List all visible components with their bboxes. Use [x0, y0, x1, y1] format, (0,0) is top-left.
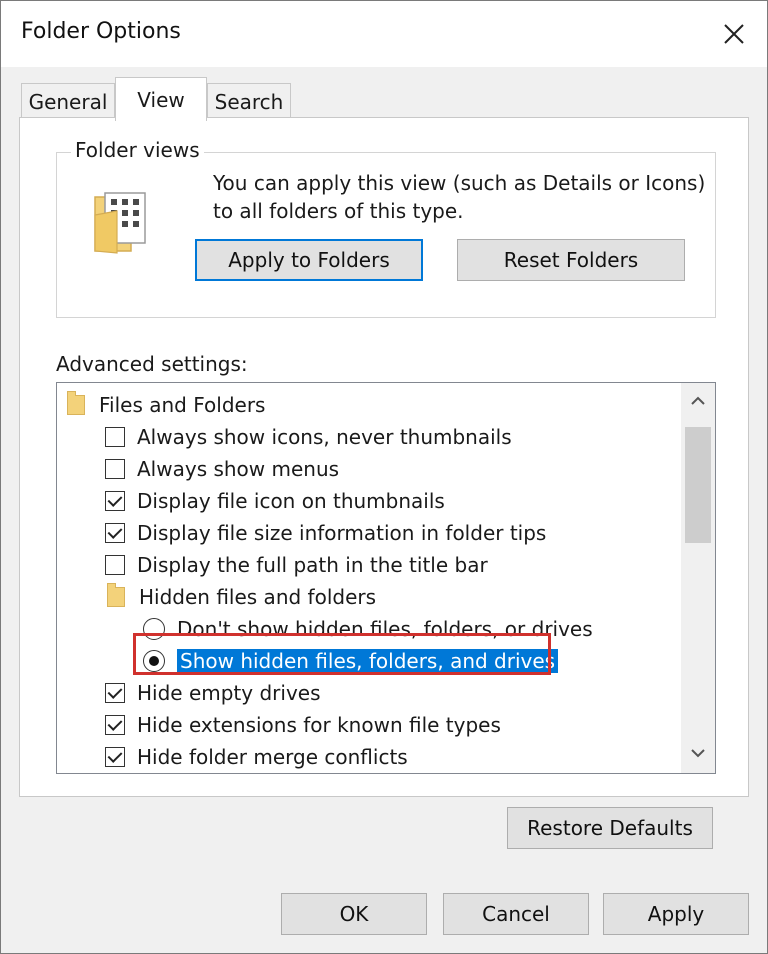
option-display-file-icon[interactable]: Display file icon on thumbnails	[105, 485, 445, 517]
tab-view[interactable]: View	[115, 77, 207, 121]
tree-folder-files-and-folders: Files and Folders	[67, 389, 265, 421]
folder-views-icon	[94, 192, 146, 254]
option-display-full-path[interactable]: Display the full path in the title bar	[105, 549, 488, 581]
view-tab-page: Folder views You can apply this view (su…	[19, 117, 749, 797]
folder-icon	[107, 583, 125, 607]
option-show-hidden[interactable]: Show hidden files, folders, and drives	[143, 645, 559, 677]
tab-general[interactable]: General	[21, 83, 115, 119]
apply-label: Apply	[647, 902, 705, 926]
vertical-scrollbar[interactable]	[681, 383, 715, 773]
cancel-button[interactable]: Cancel	[443, 893, 589, 935]
tab-search-label: Search	[214, 89, 284, 114]
scroll-down-icon[interactable]	[688, 743, 708, 763]
apply-to-folders-button[interactable]: Apply to Folders	[195, 239, 423, 281]
checkbox-checked[interactable]	[105, 523, 125, 543]
option-label: Display file icon on thumbnails	[137, 489, 445, 513]
ok-label: OK	[339, 902, 369, 926]
checkbox-checked[interactable]	[105, 747, 125, 767]
folder-views-title: Folder views	[71, 138, 204, 162]
restore-defaults-label: Restore Defaults	[527, 816, 693, 840]
option-label: Hide empty drives	[137, 681, 321, 705]
reset-folders-label: Reset Folders	[503, 248, 639, 272]
scroll-thumb[interactable]	[685, 427, 711, 543]
option-label: Always show icons, never thumbnails	[137, 425, 512, 449]
radio-button[interactable]	[143, 618, 165, 640]
option-label: Display file size information in folder …	[137, 521, 547, 545]
folder-views-description: You can apply this view (such as Details…	[213, 171, 706, 223]
restore-defaults-button[interactable]: Restore Defaults	[507, 807, 713, 849]
option-dont-show-hidden[interactable]: Don't show hidden files, folders, or dri…	[143, 613, 593, 645]
tree-folder-label: Files and Folders	[99, 393, 266, 417]
folder-options-dialog: Folder Options General View Search Folde…	[0, 0, 768, 954]
apply-button[interactable]: Apply	[603, 893, 749, 935]
scroll-up-icon[interactable]	[688, 391, 708, 411]
checkbox-checked[interactable]	[105, 715, 125, 735]
tab-search[interactable]: Search	[207, 83, 291, 119]
option-label: Display the full path in the title bar	[137, 553, 488, 577]
tab-general-label: General	[28, 89, 108, 114]
folder-views-group: Folder views You can apply this view (su…	[56, 138, 716, 318]
folder-icon	[67, 391, 85, 415]
option-label: Always show menus	[137, 457, 340, 481]
title-bar: Folder Options	[1, 1, 767, 67]
option-label-selected: Show hidden files, folders, and drives	[177, 649, 559, 673]
apply-to-folders-label: Apply to Folders	[228, 248, 390, 272]
checkbox[interactable]	[105, 459, 125, 479]
option-always-show-icons[interactable]: Always show icons, never thumbnails	[105, 421, 512, 453]
advanced-settings-label: Advanced settings:	[56, 352, 248, 376]
advanced-settings-tree[interactable]: Files and Folders Always show icons, nev…	[56, 382, 716, 774]
option-label: Hide extensions for known file types	[137, 713, 501, 737]
tree-folder-hidden-files: Hidden files and folders	[107, 581, 376, 613]
option-display-file-size[interactable]: Display file size information in folder …	[105, 517, 546, 549]
window-title: Folder Options	[21, 19, 181, 44]
option-label: Don't show hidden files, folders, or dri…	[177, 617, 593, 641]
tree-folder-label: Hidden files and folders	[139, 585, 377, 609]
close-icon	[724, 24, 744, 44]
radio-button-selected[interactable]	[143, 650, 165, 672]
option-always-show-menus[interactable]: Always show menus	[105, 453, 339, 485]
close-button[interactable]	[701, 1, 767, 67]
checkbox[interactable]	[105, 555, 125, 575]
option-hide-empty-drives[interactable]: Hide empty drives	[105, 677, 321, 709]
reset-folders-button[interactable]: Reset Folders	[457, 239, 685, 281]
option-label: Hide folder merge conflicts	[137, 745, 408, 769]
option-hide-merge-conflicts[interactable]: Hide folder merge conflicts	[105, 741, 408, 773]
checkbox-checked[interactable]	[105, 491, 125, 511]
option-hide-extensions[interactable]: Hide extensions for known file types	[105, 709, 501, 741]
checkbox[interactable]	[105, 427, 125, 447]
tab-view-label: View	[137, 87, 185, 112]
tab-strip: General View Search	[1, 67, 767, 121]
ok-button[interactable]: OK	[281, 893, 427, 935]
cancel-label: Cancel	[482, 902, 550, 926]
checkbox-checked[interactable]	[105, 683, 125, 703]
